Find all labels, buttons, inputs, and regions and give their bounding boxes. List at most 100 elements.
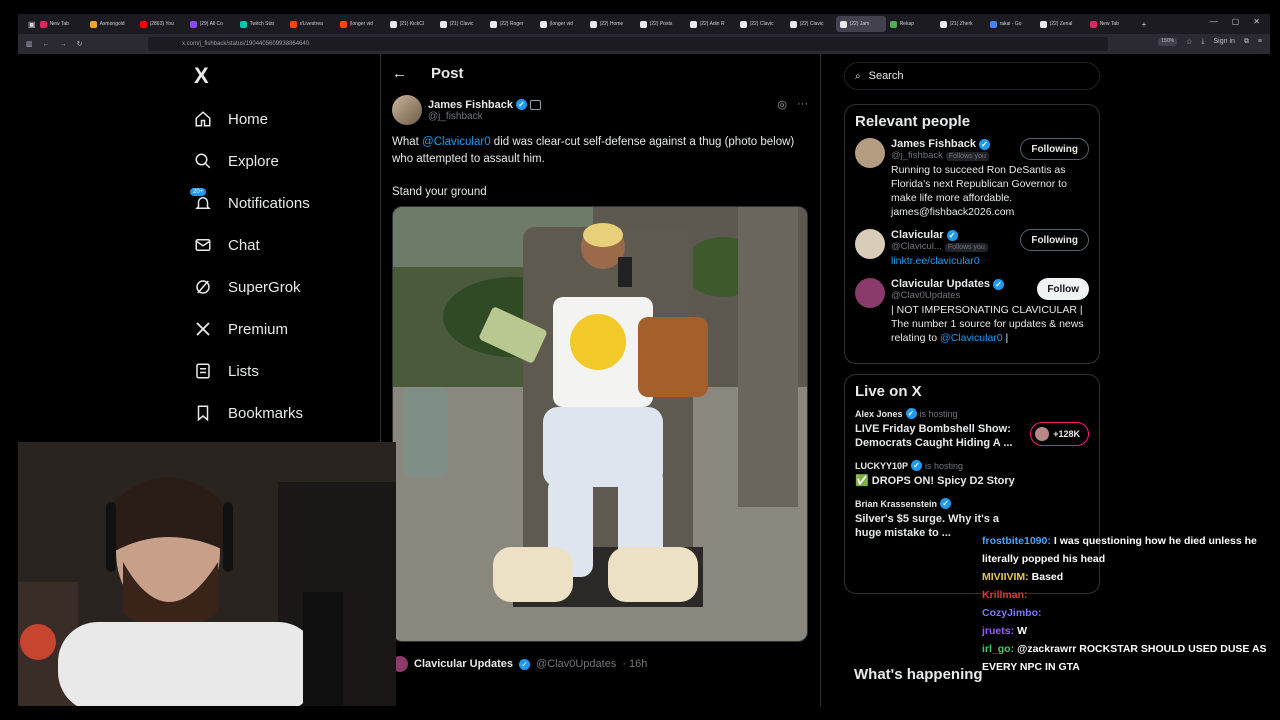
sign-in-button[interactable]: Sign in (1214, 38, 1235, 46)
x-logo[interactable]: X (194, 62, 390, 98)
author-handle[interactable]: @j_fishback (428, 111, 541, 122)
author-name[interactable]: James Fishback (428, 99, 513, 111)
browser-tab[interactable]: Rekap (886, 16, 936, 32)
grok-icon[interactable]: ◎ (777, 98, 787, 111)
more-icon[interactable]: ··· (797, 98, 808, 111)
minimize-icon[interactable]: — (1210, 17, 1218, 26)
nav-item-chat[interactable]: Chat (190, 224, 390, 266)
person-name[interactable]: Clavicular Updates (891, 278, 990, 290)
following-button[interactable]: Following (1020, 138, 1089, 160)
browser-tab[interactable]: rakai - Go (986, 16, 1036, 32)
browser-tab[interactable]: (longer vid (336, 16, 386, 32)
person-name[interactable]: Clavicular (891, 229, 944, 241)
nav-item-bookmarks[interactable]: Bookmarks (190, 392, 390, 434)
person-bio: Running to succeed Ron DeSantis as Flori… (891, 163, 1087, 219)
chat-username: jruets: (982, 625, 1015, 637)
live-title[interactable]: LIVE Friday Bombshell Show: Democrats Ca… (855, 422, 1025, 450)
browser-tab[interactable]: (21) Zherk (936, 16, 986, 32)
quote-tweet-row[interactable]: Clavicular Updates ✓ @Clav0Updates · 16h (392, 656, 647, 672)
live-item[interactable]: Alex Jones ✓ is hosting LIVE Friday Bombshe… (855, 408, 1089, 450)
nav-item-premium[interactable]: Premium (190, 308, 390, 350)
tab-label: (longer vid (549, 21, 573, 27)
sidebar-toggle-icon[interactable]: ▥ (26, 40, 33, 48)
tweet-mention[interactable]: @Clavicular0 (422, 136, 491, 148)
tweet-author: James Fishback ✓ @j_fishback ◎ ··· (392, 92, 808, 128)
new-tab-icon[interactable]: + (1142, 20, 1147, 29)
live-title: Live on X (855, 383, 922, 400)
forward-nav-icon[interactable]: → (60, 41, 67, 48)
browser-tab[interactable]: (22) Clavic (786, 16, 836, 32)
close-window-icon[interactable]: ✕ (1253, 17, 1260, 26)
tab-favicon-icon (789, 20, 797, 28)
verified-icon: ✓ (993, 278, 1005, 290)
live-title[interactable]: ✅ DROPS ON! Spicy D2 Story (855, 474, 1025, 488)
browser-tab[interactable]: (22) Roger (486, 16, 536, 32)
back-nav-icon[interactable]: ← (43, 41, 50, 48)
browser-tab[interactable]: (longer vid (536, 16, 586, 32)
person-handle[interactable]: @j_fishback (891, 150, 943, 161)
browser-tab[interactable]: (22) Zenal (1036, 16, 1086, 32)
tab-favicon-icon (739, 20, 747, 28)
browser-tab[interactable]: (21) KickCl (386, 16, 436, 32)
mail-icon (194, 236, 212, 254)
follow-button[interactable]: Follow (1037, 278, 1089, 300)
chat-username: CozyJimbo: (982, 607, 1042, 619)
nav-item-home[interactable]: Home (190, 98, 390, 140)
tweet-photo[interactable] (392, 206, 808, 642)
menu-icon[interactable]: ≡ (1258, 38, 1262, 46)
url-bar[interactable]: x.com/j_fishback/status/1904405609938864… (148, 37, 1108, 51)
reload-icon[interactable]: ↻ (77, 40, 83, 48)
nav-item-label: Bookmarks (228, 404, 304, 422)
download-icon[interactable]: ⤓ (1201, 38, 1204, 46)
person-bio-mention[interactable]: @Clavicular0 (940, 332, 1003, 344)
tab-favicon-icon (339, 20, 347, 28)
browser-tab[interactable]: (29) All Co (186, 16, 236, 32)
tab-label: (22) Home (599, 21, 624, 27)
search-input[interactable]: ⌕ Search (844, 62, 1100, 90)
browser-tab[interactable]: (22) Home (586, 16, 636, 32)
tab-favicon-icon (139, 20, 147, 28)
nav-item-label: Lists (228, 362, 259, 380)
browser-tab[interactable]: New Tab (36, 16, 86, 32)
nav-item-lists[interactable]: Lists (190, 350, 390, 392)
right-divider (820, 54, 821, 706)
following-button[interactable]: Following (1020, 229, 1089, 251)
person-avatar[interactable] (855, 229, 885, 259)
person-avatar[interactable] (855, 138, 885, 168)
maximize-icon[interactable]: ▢ (1232, 17, 1240, 26)
browser-tab[interactable]: New Tab (1086, 16, 1136, 32)
chat-text: Based (1031, 571, 1064, 583)
live-host-name[interactable]: Alex Jones (855, 409, 903, 419)
browser-tab[interactable]: (2863) You (136, 16, 186, 32)
home-icon (194, 110, 212, 128)
person-bio-link[interactable]: linktr.ee/clavicular0 (891, 255, 980, 267)
nav-item-explore[interactable]: Explore (190, 140, 390, 182)
person-handle[interactable]: @Clavicul... (891, 241, 942, 252)
browser-tab[interactable]: Twitch Stat (236, 16, 286, 32)
bookmark-star-icon[interactable]: ☆ (1186, 38, 1192, 46)
browser-tab[interactable]: (21) Clavic (436, 16, 486, 32)
zoom-level[interactable]: 150% (1158, 38, 1178, 46)
tab-overview-icon[interactable]: ▣ (28, 20, 36, 29)
person-avatar[interactable] (855, 278, 885, 308)
browser-tab[interactable]: (22) Clavic (736, 16, 786, 32)
search-icon (194, 152, 212, 170)
live-item[interactable]: LUCKYY10P ✓ is hosting ✅ DROPS ON! Spicy D2… (855, 460, 1089, 488)
grok-icon (194, 278, 212, 296)
extensions-icon[interactable]: ⧉ (1244, 38, 1249, 46)
author-avatar[interactable] (392, 95, 422, 125)
back-arrow-icon[interactable]: ← (392, 65, 407, 82)
person-handle[interactable]: @Clav0Updates (891, 290, 960, 301)
nav-item-notifications[interactable]: 20+ Notifications (190, 182, 390, 224)
browser-tab[interactable]: r/Livestrea (286, 16, 336, 32)
browser-tab[interactable]: Asmongold (86, 16, 136, 32)
live-host-name[interactable]: Brian Krassenstein (855, 499, 937, 509)
live-listener-count[interactable]: +128K (1030, 422, 1089, 446)
live-host-name[interactable]: LUCKYY10P (855, 461, 908, 471)
browser-tab[interactable]: (22) Adin R (686, 16, 736, 32)
browser-tab[interactable]: (22) Jam (835, 16, 886, 32)
person-name[interactable]: James Fishback (891, 138, 976, 150)
stream-chat-overlay: frostbite1090: I was questioning how he d… (982, 532, 1272, 676)
browser-tab[interactable]: (22) Posts (636, 16, 686, 32)
nav-item-supergrok[interactable]: SuperGrok (190, 266, 390, 308)
